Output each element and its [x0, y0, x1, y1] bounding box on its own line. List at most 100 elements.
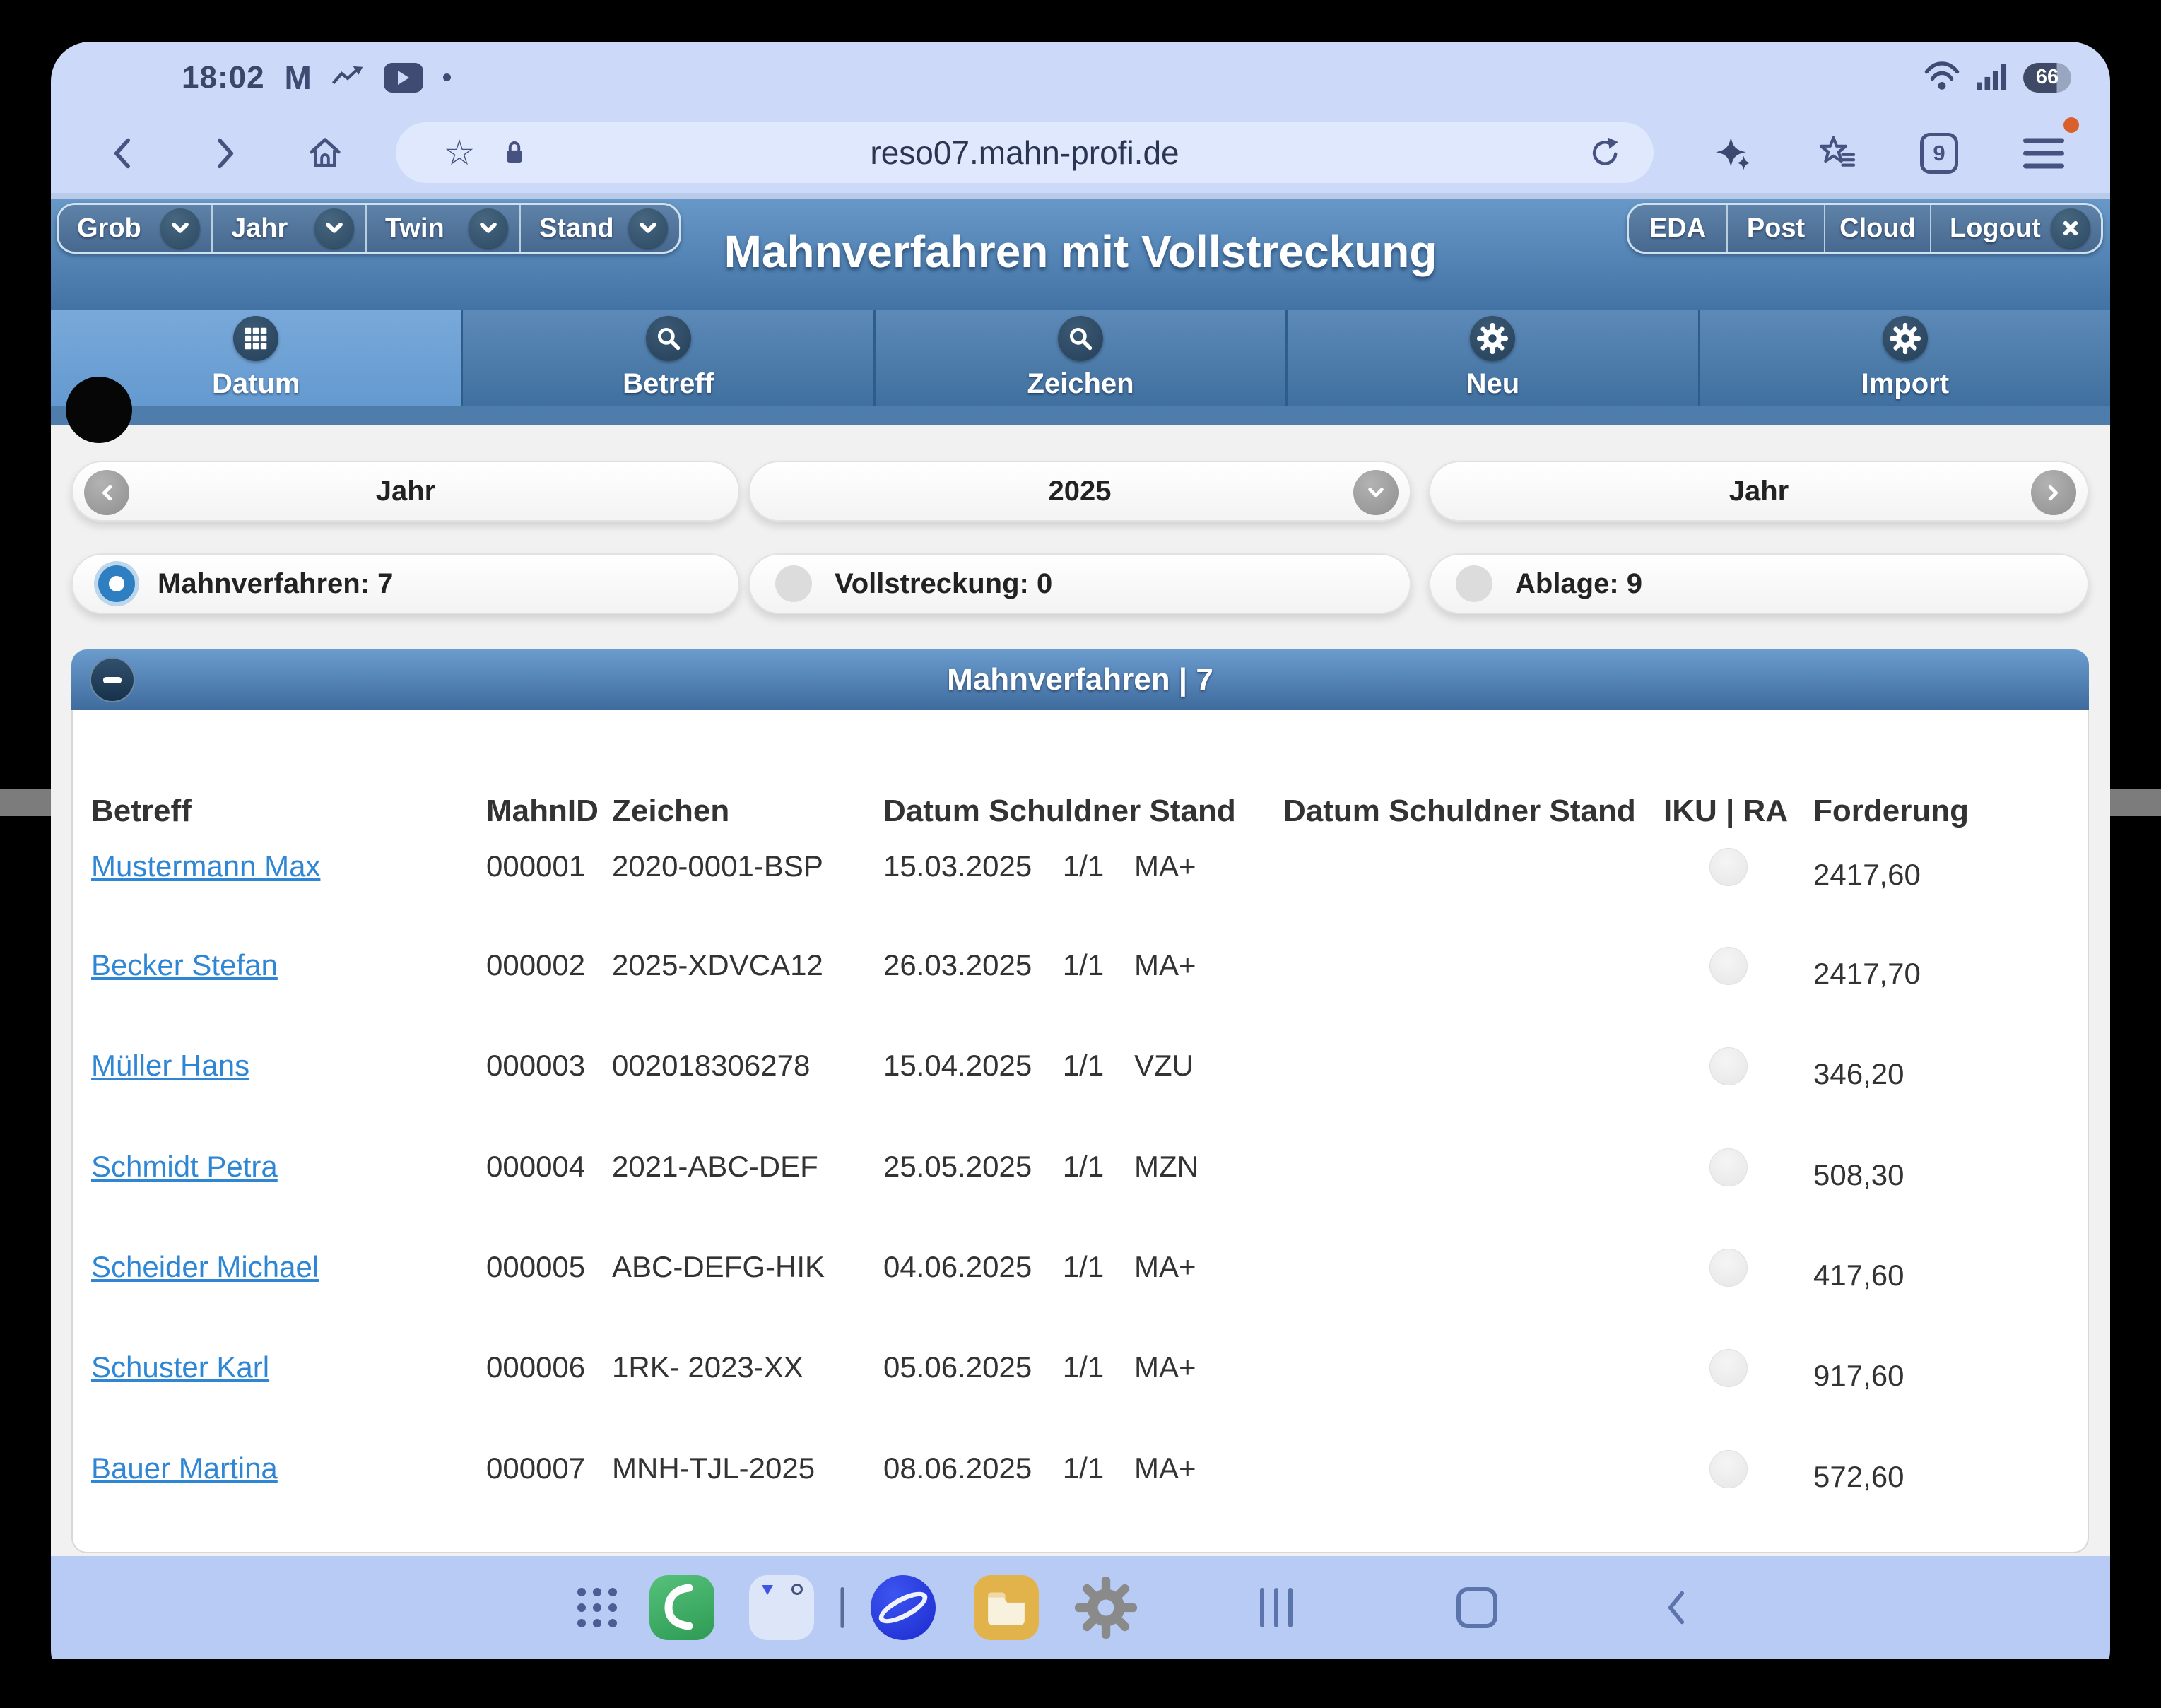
iku-ra-toggle[interactable]: [1709, 1249, 1748, 1287]
tab-count: 9: [1920, 133, 1958, 174]
cell-mahnid: 000003: [486, 1043, 585, 1088]
eda-button[interactable]: EDA: [1629, 205, 1728, 252]
browser-back-button[interactable]: [110, 136, 134, 170]
gmail-notification-icon: M: [285, 59, 312, 97]
battery-indicator: 66: [2023, 63, 2071, 93]
browser-forward-button[interactable]: [214, 136, 238, 170]
browser-menu-button[interactable]: [2023, 139, 2064, 169]
secondary-app-icon[interactable]: [749, 1575, 814, 1640]
background-strip-right: [2110, 789, 2161, 816]
notification-dot-icon: [443, 73, 451, 81]
cell-stand: MA+: [1134, 844, 1196, 889]
cell-stand: VZU: [1134, 1043, 1194, 1088]
nav-home-button[interactable]: [1456, 1587, 1497, 1628]
mode-vollstreckung-label: Vollstreckung: 0: [835, 568, 1052, 600]
cell-zeichen: 1RK- 2023-XX: [612, 1345, 803, 1390]
debtor-link[interactable]: Schuster Karl: [91, 1345, 269, 1390]
gear-icon: [1470, 316, 1515, 361]
internet-browser-app-icon[interactable]: [871, 1575, 936, 1640]
app-drawer-button[interactable]: [577, 1588, 617, 1627]
tab-datum-label: Datum: [212, 368, 300, 400]
table-row: Schuster Karl 000006 1RK- 2023-XX 05.06.…: [73, 1345, 2088, 1390]
cell-schuldner: 1/1: [1052, 1144, 1115, 1189]
tabbar-bottom-strip: [51, 406, 2110, 425]
col-betreff: Betreff: [91, 794, 192, 829]
browser-home-button[interactable]: [307, 136, 343, 171]
nav-back-button[interactable]: [1664, 1589, 1688, 1626]
iku-ra-toggle[interactable]: [1709, 1148, 1748, 1186]
mode-ablage[interactable]: Ablage: 9: [1429, 553, 2089, 614]
mode-vollstreckung[interactable]: Vollstreckung: 0: [748, 553, 1411, 614]
col-forderung: Forderung: [1813, 794, 1969, 829]
col-iku-ra: IKU | RA: [1664, 794, 1788, 829]
debtor-link[interactable]: Mustermann Max: [91, 844, 320, 889]
tab-betreff-label: Betreff: [623, 368, 714, 400]
phone-app-icon[interactable]: [649, 1575, 714, 1640]
cell-stand: MZN: [1134, 1144, 1199, 1189]
cell-zeichen: 2021-ABC-DEF: [612, 1144, 818, 1189]
iku-ra-toggle[interactable]: [1709, 1047, 1748, 1085]
year-next-button[interactable]: Jahr: [1429, 461, 2089, 522]
cell-zeichen: 002018306278: [612, 1043, 810, 1088]
collapse-button[interactable]: [90, 657, 135, 702]
screenshot-root: 18:02 M: [0, 0, 2161, 1708]
year-prev-button[interactable]: Jahr: [71, 461, 740, 522]
tab-betreff[interactable]: Betreff: [463, 310, 875, 406]
section-title: Mahnverfahren | 7: [947, 662, 1213, 697]
url-text: reso07.mahn-profi.de: [396, 122, 1654, 183]
cell-stand: MA+: [1134, 1446, 1196, 1491]
address-bar[interactable]: ☆ reso07.mahn-profi.de: [396, 122, 1654, 183]
table-row: Becker Stefan 000002 2025-XDVCA12 26.03.…: [73, 943, 2088, 988]
mode-mahnverfahren[interactable]: Mahnverfahren: 7: [71, 553, 740, 614]
cell-schuldner: 1/1: [1052, 1244, 1115, 1290]
background-strip-left: [0, 789, 51, 816]
iku-ra-toggle[interactable]: [1709, 848, 1748, 886]
android-dock: [51, 1556, 2110, 1659]
debtor-link[interactable]: Schmidt Petra: [91, 1144, 278, 1189]
cell-datum: 05.06.2025: [883, 1345, 1032, 1390]
my-files-app-icon[interactable]: [974, 1575, 1039, 1640]
cell-forderung: 2417,60: [1813, 852, 1921, 897]
iku-ra-toggle[interactable]: [1709, 947, 1748, 985]
post-button[interactable]: Post: [1728, 205, 1825, 252]
wifi-icon: [1923, 60, 1961, 95]
iku-ra-toggle[interactable]: [1709, 1450, 1748, 1488]
nav-recents-button[interactable]: [1260, 1588, 1293, 1627]
ai-sparkle-icon[interactable]: [1714, 134, 1753, 172]
cell-datum: 15.04.2025: [883, 1043, 1032, 1088]
tab-import[interactable]: Import: [1700, 310, 2110, 406]
eda-label: EDA: [1649, 213, 1706, 244]
logout-button[interactable]: Logout: [1931, 205, 2101, 252]
cell-mahnid: 000001: [486, 844, 585, 889]
cell-stand: MA+: [1134, 1345, 1196, 1390]
app-header: Grob Jahr Twin Stand: [51, 193, 2110, 310]
debtor-link[interactable]: Müller Hans: [91, 1043, 249, 1088]
tablet-screen: 18:02 M: [51, 42, 2110, 1690]
cell-forderung: 508,30: [1813, 1153, 1904, 1198]
cell-datum: 15.03.2025: [883, 844, 1032, 889]
close-icon: [2051, 208, 2090, 248]
debtor-link[interactable]: Becker Stefan: [91, 943, 278, 988]
debtor-link[interactable]: Bauer Martina: [91, 1446, 278, 1491]
tab-neu-label: Neu: [1466, 368, 1520, 400]
cell-zeichen: MNH-TJL-2025: [612, 1446, 815, 1491]
reload-icon[interactable]: [1589, 136, 1622, 169]
tab-switcher-button[interactable]: 9: [1920, 133, 1958, 174]
cell-forderung: 917,60: [1813, 1353, 1904, 1398]
chevron-down-icon: [1353, 470, 1399, 515]
tab-neu[interactable]: Neu: [1288, 310, 1700, 406]
tab-zeichen[interactable]: Zeichen: [876, 310, 1288, 406]
debtor-link[interactable]: Scheider Michael: [91, 1244, 319, 1290]
bookmarks-list-icon[interactable]: [1819, 136, 1856, 170]
settings-gear-icon[interactable]: [1075, 1577, 1137, 1639]
iku-ra-toggle[interactable]: [1709, 1349, 1748, 1387]
table-row: Schmidt Petra 000004 2021-ABC-DEF 25.05.…: [73, 1144, 2088, 1189]
year-current-select[interactable]: 2025: [748, 461, 1411, 522]
tab-import-label: Import: [1861, 368, 1949, 400]
web-page: Grob Jahr Twin Stand: [51, 193, 2110, 1556]
cell-schuldner: 1/1: [1052, 1345, 1115, 1390]
cloud-button[interactable]: Cloud: [1825, 205, 1931, 252]
cell-mahnid: 000005: [486, 1244, 585, 1290]
dock-divider: [841, 1587, 844, 1628]
mode-mahnverfahren-label: Mahnverfahren: 7: [158, 568, 393, 600]
